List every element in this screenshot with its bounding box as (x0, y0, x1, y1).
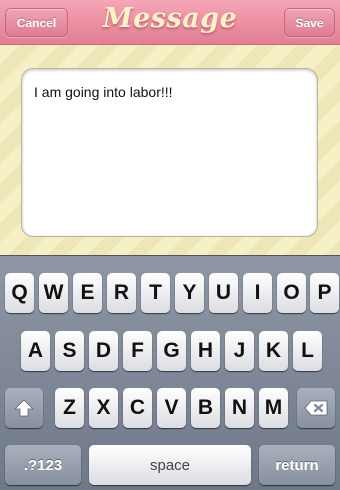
delete-key[interactable] (297, 388, 335, 428)
key-b[interactable]: B (191, 388, 220, 428)
key-d[interactable]: D (89, 331, 118, 371)
key-k[interactable]: K (259, 331, 288, 371)
key-i[interactable]: I (243, 273, 272, 313)
space-key[interactable]: space (89, 445, 251, 485)
key-r[interactable]: R (107, 273, 136, 313)
key-o[interactable]: O (277, 273, 306, 313)
delete-backspace-icon (304, 400, 328, 416)
key-h[interactable]: H (191, 331, 220, 371)
message-area: I am going into labor!!! (0, 45, 340, 255)
key-u[interactable]: U (209, 273, 238, 313)
shift-key[interactable] (5, 388, 43, 428)
key-e[interactable]: E (73, 273, 102, 313)
key-l[interactable]: L (293, 331, 322, 371)
key-z[interactable]: Z (55, 388, 84, 428)
key-t[interactable]: T (141, 273, 170, 313)
message-text: I am going into labor!!! (34, 84, 173, 100)
key-n[interactable]: N (225, 388, 254, 428)
key-x[interactable]: X (89, 388, 118, 428)
key-c[interactable]: C (123, 388, 152, 428)
navigation-bar: Cancel Message Save (0, 0, 340, 45)
save-button[interactable]: Save (284, 8, 335, 37)
key-q[interactable]: Q (5, 273, 34, 313)
key-y[interactable]: Y (175, 273, 204, 313)
numbers-key[interactable]: .?123 (5, 445, 81, 485)
key-a[interactable]: A (21, 331, 50, 371)
key-j[interactable]: J (225, 331, 254, 371)
key-p[interactable]: P (310, 273, 339, 313)
keyboard: Q W E R T Y U I O P A S D F G H J K L Z … (0, 255, 340, 490)
key-s[interactable]: S (55, 331, 84, 371)
message-text-field[interactable]: I am going into labor!!! (21, 68, 318, 237)
key-v[interactable]: V (157, 388, 186, 428)
key-g[interactable]: G (157, 331, 186, 371)
key-f[interactable]: F (123, 331, 152, 371)
key-w[interactable]: W (39, 273, 68, 313)
shift-icon (14, 399, 34, 417)
key-m[interactable]: M (259, 388, 288, 428)
return-key[interactable]: return (259, 445, 335, 485)
